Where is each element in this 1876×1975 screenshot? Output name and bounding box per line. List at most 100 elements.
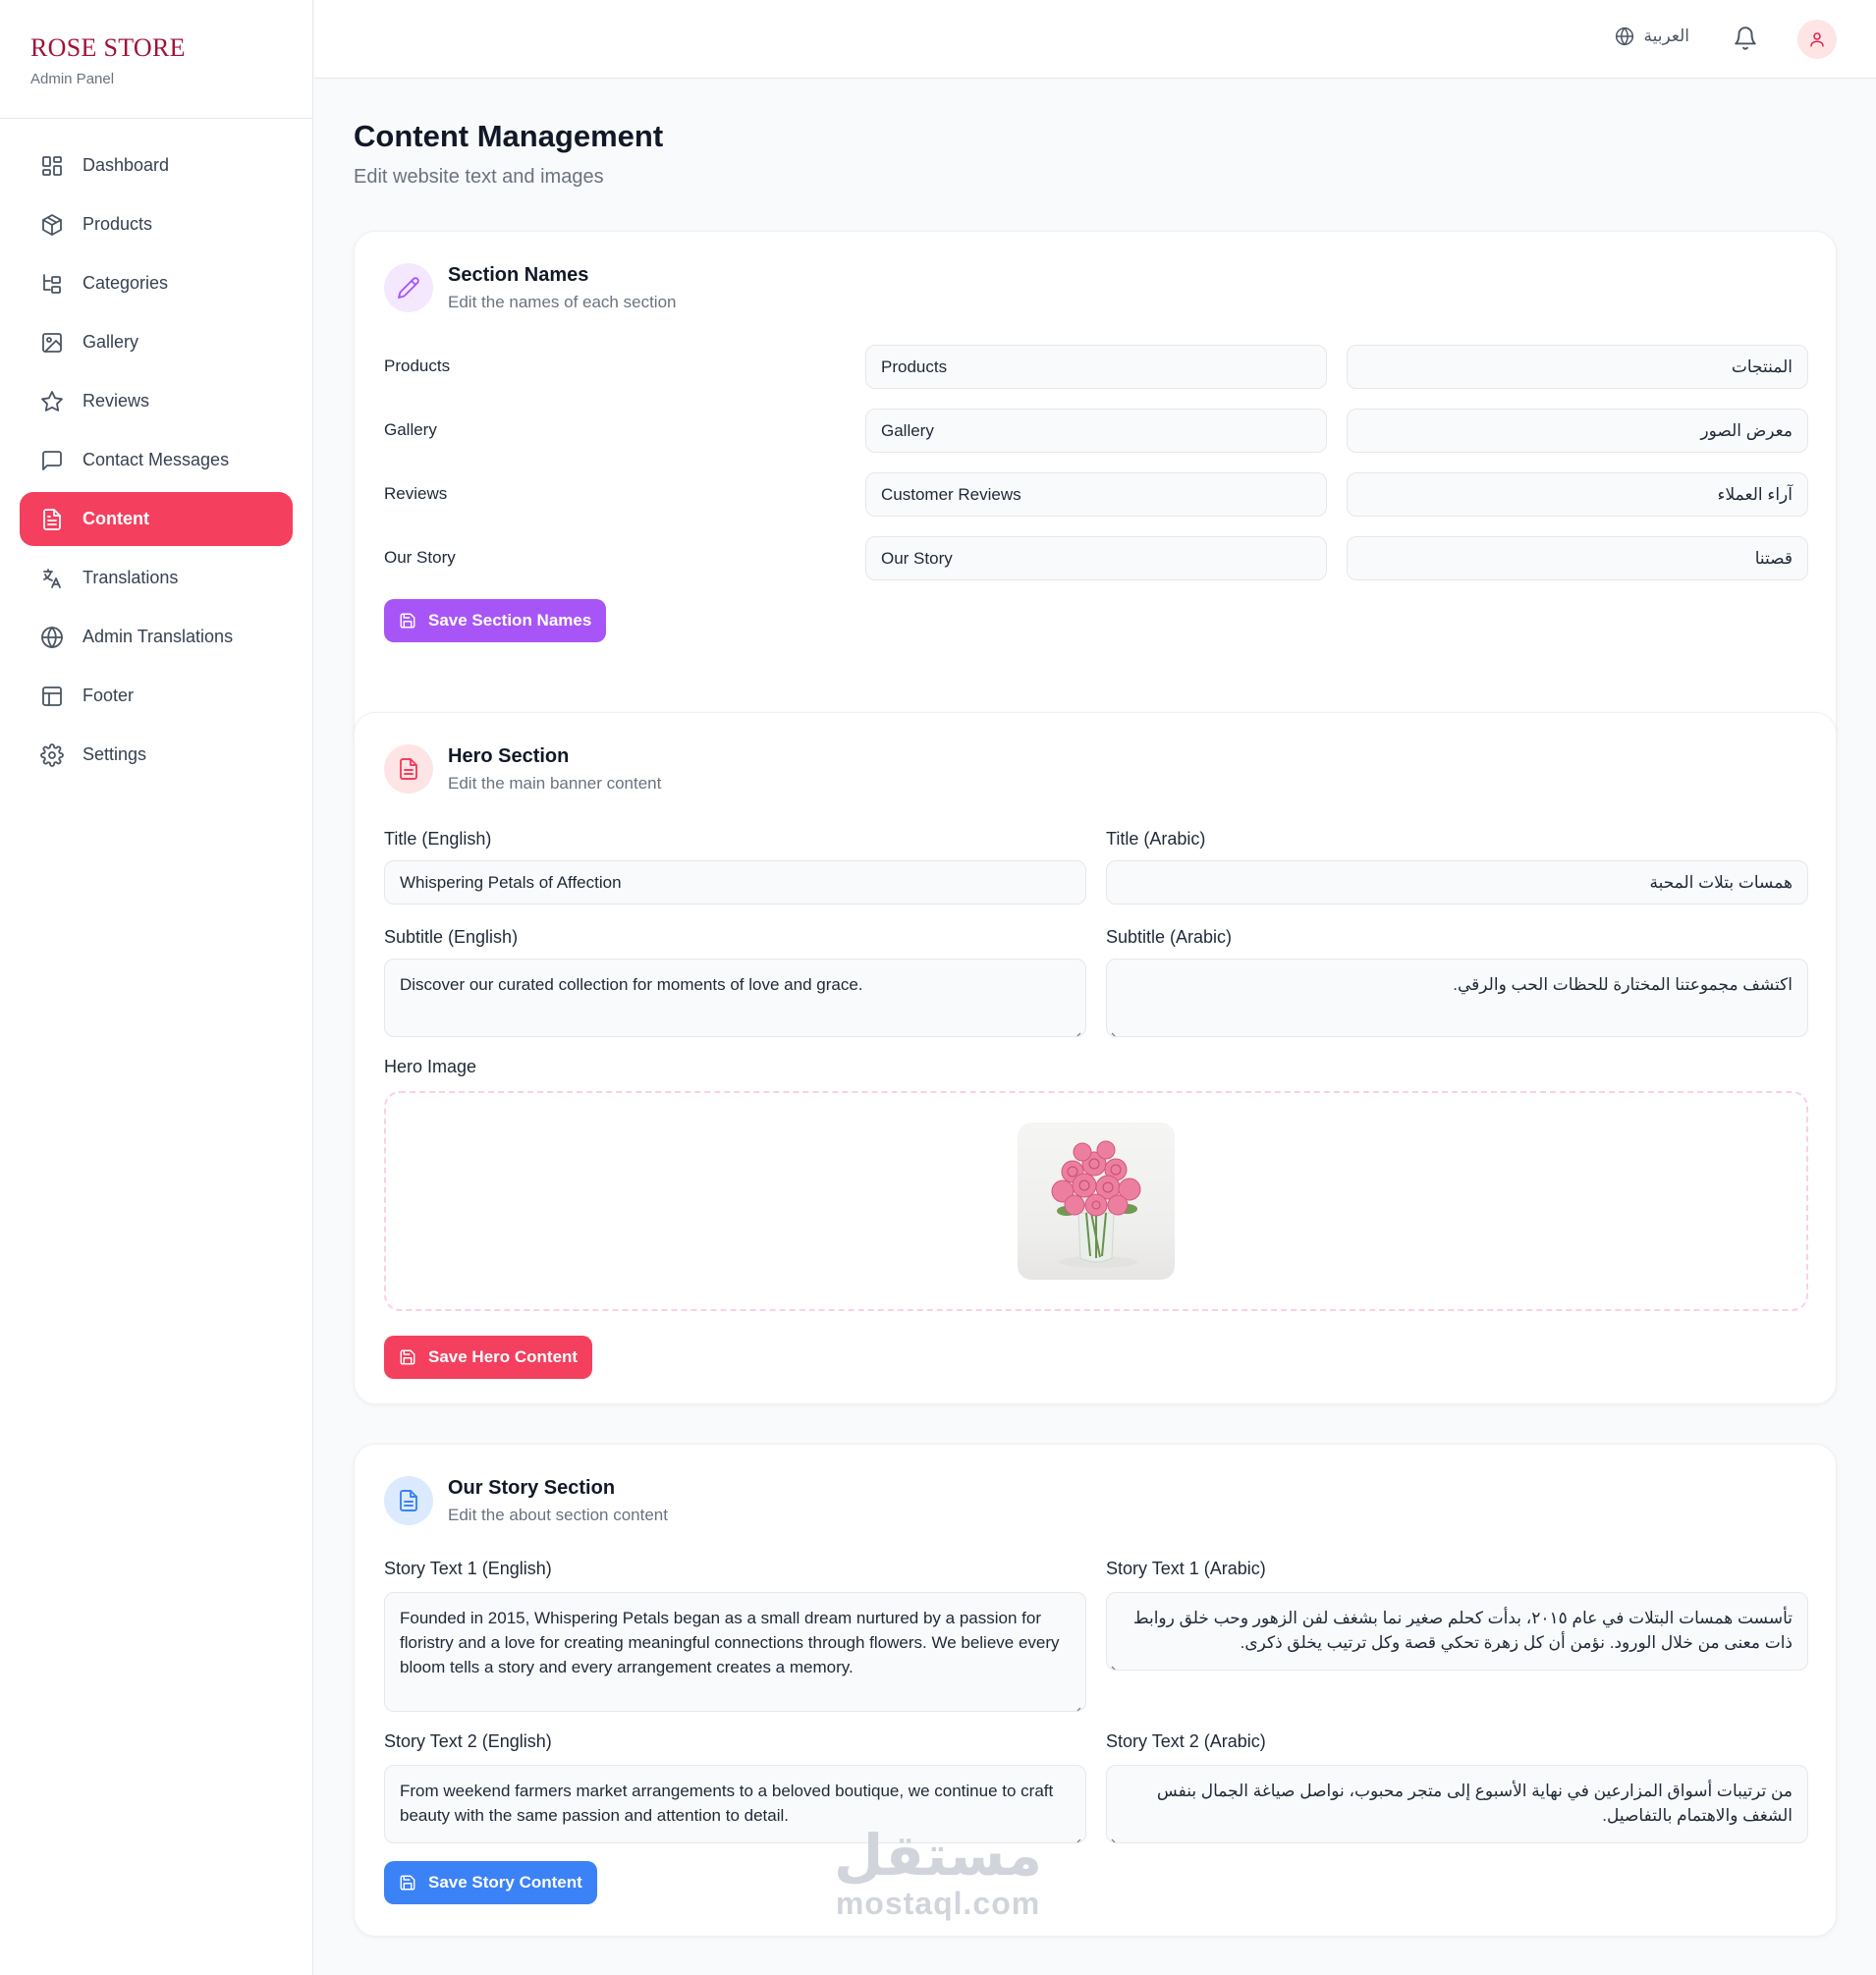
sidebar-item-contact-messages[interactable]: Contact Messages	[20, 433, 293, 487]
subtitle-ar-textarea[interactable]: اكتشف مجموعتنا المختارة للحظات الحب والر…	[1106, 959, 1808, 1037]
subtitle-ar-label: Subtitle (Arabic)	[1106, 927, 1233, 947]
main-content: Content Management Edit website text and…	[354, 79, 1837, 1937]
language-switch-button[interactable]: العربية	[1615, 27, 1689, 46]
title-en-input[interactable]: Whispering Petals of Affection	[384, 860, 1086, 905]
card-header: Hero Section Edit the main banner conten…	[384, 744, 661, 794]
story-text1-ar-textarea[interactable]: تأسست همسات البتلات في عام ٢٠١٥، بدأت كح…	[1106, 1592, 1808, 1671]
pencil-icon	[384, 263, 433, 312]
subtitle-en-textarea[interactable]: Discover our curated collection for mome…	[384, 959, 1086, 1037]
title-en-label: Title (English)	[384, 829, 492, 849]
gear-icon	[39, 742, 65, 768]
resize-handle-icon[interactable]	[1072, 1830, 1081, 1842]
card-title: Section Names	[448, 263, 589, 286]
textarea-text: Discover our curated collection for mome…	[400, 975, 863, 994]
sidebar-item-dashboard[interactable]: Dashboard	[20, 138, 293, 192]
resize-handle-icon[interactable]	[1111, 1657, 1121, 1670]
watermark-arabic: مستقل	[833, 1824, 1043, 1888]
subtitle-en-label: Subtitle (English)	[384, 927, 519, 947]
bell-icon	[1735, 27, 1756, 50]
section-name-en-input[interactable]: Gallery	[865, 409, 1327, 453]
topbar: العربية	[314, 0, 1876, 79]
globe-icon	[1615, 27, 1633, 46]
package-icon	[39, 212, 65, 238]
save-section-names-button[interactable]: Save Section Names	[384, 599, 607, 642]
globe-icon	[39, 625, 65, 650]
section-names-card: Section Names Edit the names of each sec…	[354, 231, 1837, 752]
sidebar-item-gallery[interactable]: Gallery	[20, 315, 293, 369]
section-name-en-input[interactable]: Our Story	[865, 536, 1327, 580]
resize-handle-icon[interactable]	[1111, 1023, 1121, 1036]
hero-image-preview	[1018, 1123, 1175, 1280]
sidebar: ROSE STORE Admin Panel Dashboard Product…	[0, 0, 313, 1975]
sidebar-item-label: Content	[83, 509, 149, 528]
hero-image-dropzone[interactable]	[384, 1091, 1808, 1311]
rose-bouquet-image	[1051, 1140, 1141, 1268]
section-name-label: Products	[384, 357, 451, 375]
hero-section-card: Hero Section Edit the main banner conten…	[354, 712, 1837, 1404]
save-story-content-button[interactable]: Save Story Content	[384, 1861, 597, 1904]
save-icon	[400, 1349, 415, 1365]
user-icon	[1810, 32, 1824, 47]
textarea-text: Founded in 2015, Whispering Petals began…	[400, 1609, 1060, 1676]
card-subtitle: Edit the main banner content	[448, 773, 662, 793]
section-name-ar-input[interactable]: المنتجات	[1347, 345, 1808, 389]
sidebar-item-label: Footer	[83, 686, 135, 705]
sidebar-item-translations[interactable]: Translations	[20, 551, 293, 605]
section-name-en-input[interactable]: Products	[865, 345, 1327, 389]
section-name-ar-input[interactable]: قصتنا	[1347, 536, 1808, 580]
textarea-text: تأسست همسات البتلات في عام ٢٠١٥، بدأت كح…	[1132, 1609, 1793, 1652]
card-header: Our Story Section Edit the about section…	[384, 1476, 668, 1525]
translate-icon	[39, 566, 65, 591]
card-header: Section Names Edit the names of each sec…	[384, 263, 676, 312]
layout-icon	[39, 684, 65, 709]
image-icon	[39, 330, 65, 356]
sidebar-item-label: Categories	[83, 273, 169, 293]
section-name-label: Our Story	[384, 548, 456, 567]
title-ar-input[interactable]: همسات بتلات المحبة	[1106, 860, 1808, 905]
sidebar-item-categories[interactable]: Categories	[20, 256, 293, 310]
resize-handle-icon[interactable]	[1111, 1830, 1121, 1842]
sidebar-item-label: Translations	[83, 568, 179, 587]
section-name-en-input[interactable]: Customer Reviews	[865, 472, 1327, 517]
sidebar-item-label: Admin Translations	[83, 627, 234, 646]
sidebar-item-footer[interactable]: Footer	[20, 669, 293, 723]
section-name-ar-input[interactable]: معرض الصور	[1347, 409, 1808, 453]
story-text2-en-label: Story Text 2 (English)	[384, 1731, 552, 1751]
brand: ROSE STORE Admin Panel	[0, 0, 312, 119]
document-icon	[384, 1476, 433, 1525]
story-text1-en-textarea[interactable]: Founded in 2015, Whispering Petals began…	[384, 1592, 1086, 1712]
document-icon	[384, 744, 433, 794]
user-avatar-button[interactable]	[1797, 20, 1837, 59]
page-title: Content Management	[354, 119, 664, 153]
story-text2-ar-label: Story Text 2 (Arabic)	[1106, 1731, 1266, 1751]
card-title: Our Story Section	[448, 1476, 616, 1499]
document-icon	[39, 507, 65, 532]
page-subtitle: Edit website text and images	[354, 166, 604, 188]
resize-handle-icon[interactable]	[1072, 1698, 1081, 1711]
save-icon	[400, 613, 415, 629]
sidebar-item-label: Contact Messages	[83, 450, 230, 469]
watermark-latin: mostaql.com	[835, 1886, 1041, 1921]
story-text2-ar-textarea[interactable]: من ترتيبات أسواق المزارعين في نهاية الأس…	[1106, 1765, 1808, 1843]
sidebar-item-products[interactable]: Products	[20, 197, 293, 251]
sidebar-item-label: Gallery	[83, 332, 139, 352]
dashboard-icon	[39, 153, 65, 179]
resize-handle-icon[interactable]	[1072, 1023, 1081, 1036]
section-name-label: Reviews	[384, 484, 448, 503]
sidebar-nav: Dashboard Products Categories Gallery Re…	[0, 119, 312, 782]
save-icon	[400, 1875, 415, 1891]
card-title: Hero Section	[448, 744, 570, 767]
sidebar-item-label: Settings	[83, 744, 147, 764]
sidebar-item-content[interactable]: Content	[20, 492, 293, 546]
textarea-text: اكتشف مجموعتنا المختارة للحظات الحب والر…	[1453, 975, 1793, 994]
sidebar-item-settings[interactable]: Settings	[20, 728, 293, 782]
sidebar-item-reviews[interactable]: Reviews	[20, 374, 293, 428]
save-hero-content-button[interactable]: Save Hero Content	[384, 1336, 593, 1379]
message-icon	[39, 448, 65, 473]
notifications-button[interactable]	[1733, 26, 1758, 56]
section-name-ar-input[interactable]: آراء العملاء	[1347, 472, 1808, 517]
card-subtitle: Edit the names of each section	[448, 292, 677, 311]
brand-name[interactable]: ROSE STORE	[30, 33, 312, 63]
sidebar-item-label: Reviews	[83, 391, 150, 411]
sidebar-item-admin-translations[interactable]: Admin Translations	[20, 610, 293, 664]
